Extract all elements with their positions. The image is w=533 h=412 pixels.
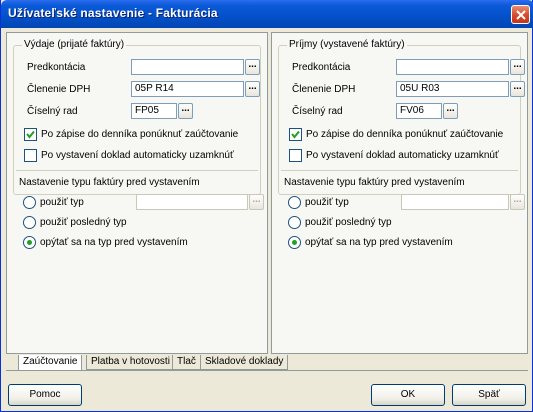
expenses-panel: Výdaje (prijaté faktúry) Predkontácia ..… [6, 32, 268, 354]
settings-dialog: Užívateľské nastavenie - Fakturácia Výda… [0, 0, 533, 412]
predkontacia-field[interactable] [396, 59, 509, 75]
radio-last-type[interactable] [288, 216, 301, 229]
offer-posting-checkbox[interactable] [289, 128, 302, 141]
checkmark-icon [26, 130, 35, 139]
offer-posting-label: Po zápise do denníka ponúknuť zaúčtovani… [41, 129, 239, 140]
type-field[interactable] [136, 194, 248, 210]
dph-browse-button[interactable]: ... [510, 81, 525, 97]
checkmark-icon [291, 130, 300, 139]
radio-last-type[interactable] [23, 216, 36, 229]
income-legend: Príjmy (vystavené faktúry) [287, 39, 407, 50]
dph-label: Členenie DPH [27, 84, 91, 95]
expenses-group: Výdaje (prijaté faktúry) Predkontácia ..… [13, 39, 261, 195]
window-title: Užívateľské nastavenie - Fakturácia [8, 6, 218, 20]
type-header: Nastavenie typu faktúry pred vystavením [284, 177, 465, 188]
income-panel: Príjmy (vystavené faktúry) Predkontácia … [271, 32, 528, 354]
income-group: Príjmy (vystavené faktúry) Predkontácia … [278, 39, 525, 195]
auto-lock-checkbox[interactable] [24, 149, 37, 162]
radio-use-type-label: použiť typ [40, 197, 84, 208]
radio-last-type-label: použiť posledný typ [40, 217, 127, 228]
back-button[interactable]: Späť [452, 384, 526, 406]
rad-label: Číselný rad [27, 106, 78, 117]
predkontacia-browse-button[interactable]: ... [510, 59, 525, 75]
rad-browse-button[interactable]: ... [443, 103, 458, 119]
type-header: Nastavenie typu faktúry pred vystavením [19, 177, 200, 188]
type-browse-button[interactable]: ... [510, 194, 525, 210]
offer-posting-checkbox[interactable] [24, 128, 37, 141]
type-field[interactable] [401, 194, 509, 210]
auto-lock-label: Po vystavení doklad automaticky uzamknúť [306, 150, 499, 161]
radio-use-type[interactable] [288, 196, 301, 209]
tab-baseline [6, 370, 528, 371]
tab-strip: Zaúčtovanie Platba v hotovosti Tlač Skla… [6, 355, 528, 371]
radio-ask-type-label: opýtať sa na typ pred vystavením [305, 237, 453, 248]
title-bar: Užívateľské nastavenie - Fakturácia [1, 0, 533, 28]
type-browse-button[interactable]: ... [249, 194, 264, 210]
tab-zauctovanie[interactable]: Zaúčtovanie [18, 355, 83, 371]
help-button[interactable]: Pomoc [8, 384, 82, 406]
radio-ask-type[interactable] [23, 236, 36, 249]
rad-field[interactable]: FP05 [131, 103, 177, 119]
radio-ask-type[interactable] [288, 236, 301, 249]
radio-use-type-label: použiť typ [305, 197, 349, 208]
tab-tlac[interactable]: Tlač [172, 355, 201, 370]
dph-field[interactable]: 05P R14 [131, 81, 244, 97]
radio-use-type[interactable] [23, 196, 36, 209]
close-button[interactable] [511, 5, 530, 24]
expenses-legend: Výdaje (prijaté faktúry) [22, 39, 127, 50]
radio-selected-dot [292, 240, 297, 245]
predkontacia-label: Predkontácia [27, 62, 86, 73]
dph-browse-button[interactable]: ... [245, 81, 260, 97]
radio-selected-dot [27, 240, 32, 245]
separator [281, 170, 518, 171]
auto-lock-checkbox[interactable] [289, 149, 302, 162]
auto-lock-label: Po vystavení doklad automaticky uzamknúť [41, 150, 234, 161]
radio-ask-type-label: opýtať sa na typ pred vystavením [40, 237, 188, 248]
tab-skladove-doklady[interactable]: Skladové doklady [200, 355, 289, 370]
ok-button[interactable]: OK [371, 384, 445, 406]
rad-browse-button[interactable]: ... [178, 103, 193, 119]
offer-posting-label: Po zápise do denníka ponúknuť zaúčtovani… [306, 129, 504, 140]
rad-label: Číselný rad [292, 106, 343, 117]
radio-last-type-label: použiť posledný typ [305, 217, 392, 228]
predkontacia-label: Predkontácia [292, 62, 351, 73]
predkontacia-field[interactable] [131, 59, 244, 75]
predkontacia-browse-button[interactable]: ... [245, 59, 260, 75]
dph-label: Členenie DPH [292, 84, 356, 95]
rad-field[interactable]: FV06 [396, 103, 442, 119]
tab-platba-v-hotovosti[interactable]: Platba v hotovosti [86, 355, 175, 370]
dph-field[interactable]: 05U R03 [396, 81, 509, 97]
separator [16, 170, 258, 171]
